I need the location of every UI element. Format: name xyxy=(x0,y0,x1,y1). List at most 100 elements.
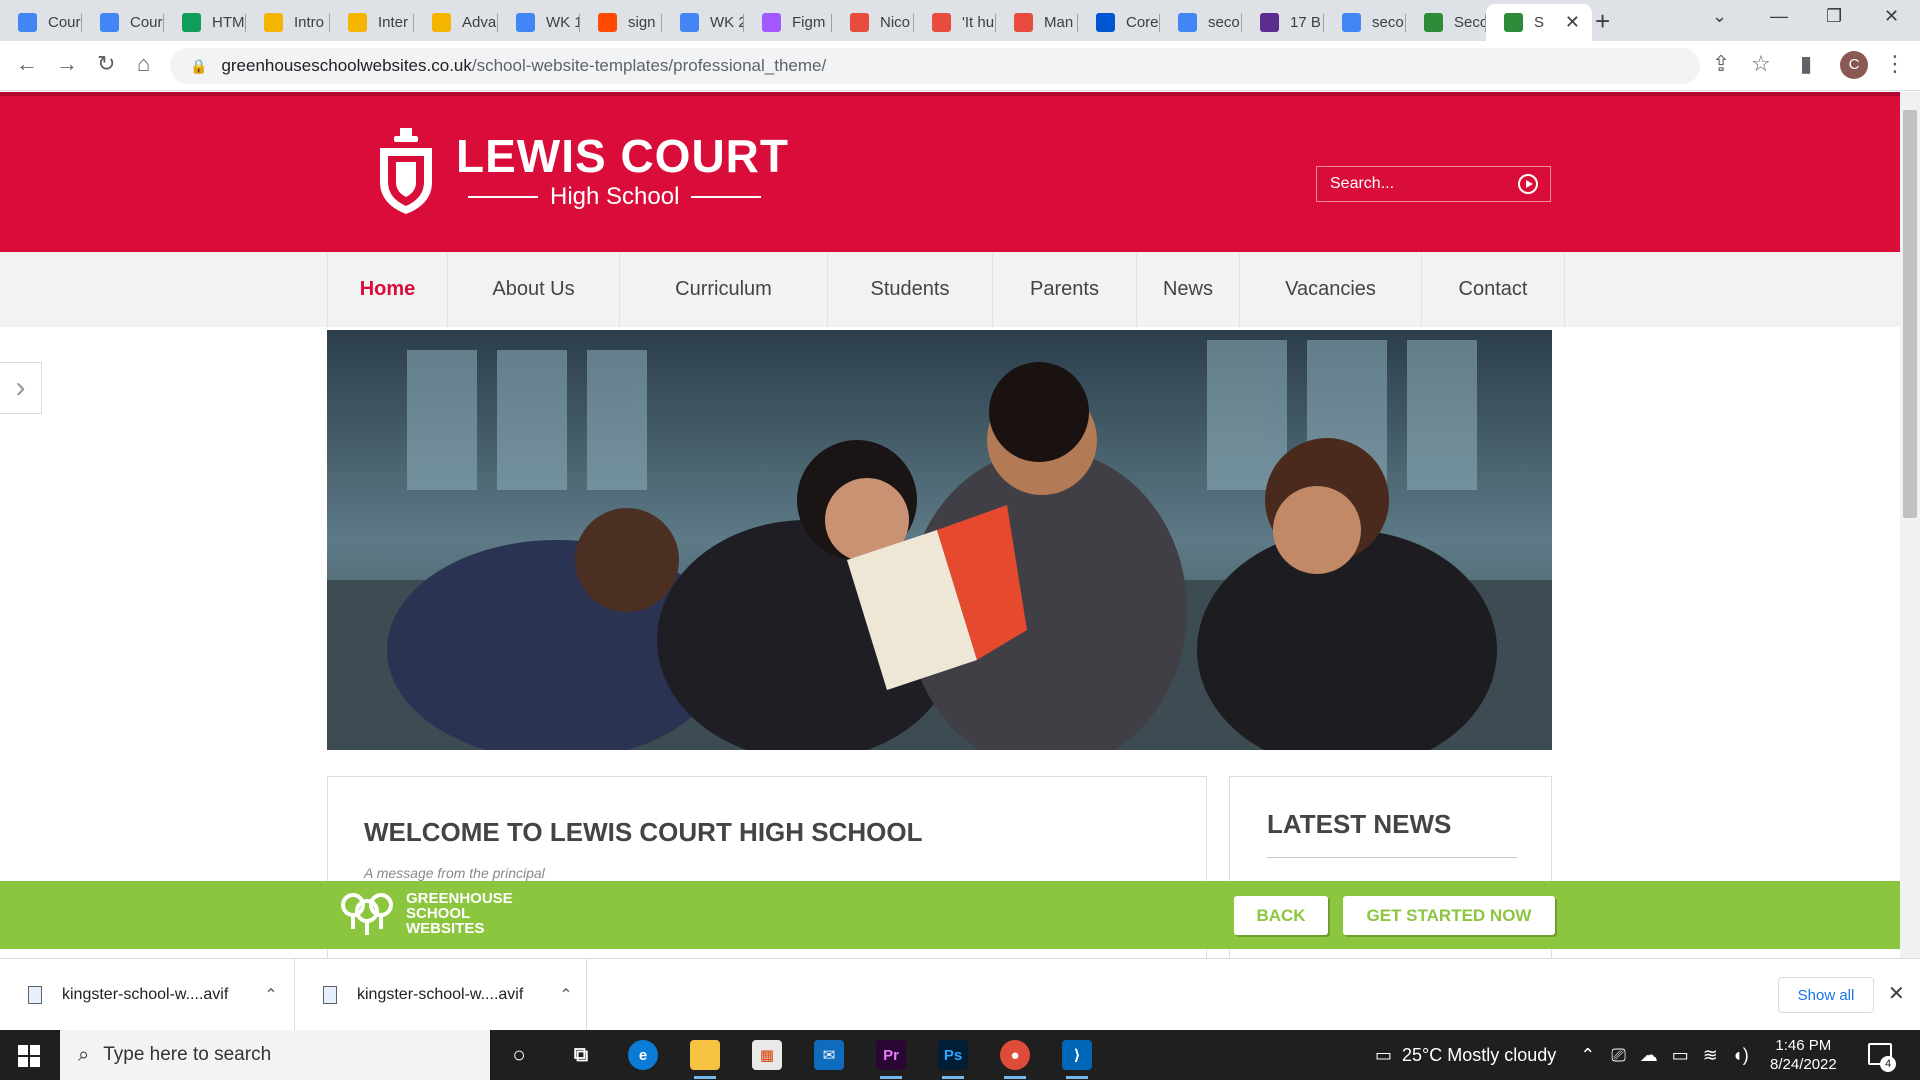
vscode-icon[interactable]: ⟩ xyxy=(1062,1040,1092,1079)
new-tab-button[interactable]: + xyxy=(1595,6,1610,37)
browser-tab[interactable]: Core xyxy=(1078,4,1160,41)
download-item[interactable]: kingster-school-w....avif ⌃ xyxy=(295,959,587,1031)
school-logo[interactable]: LEWIS COURT High School xyxy=(376,126,789,216)
file-explorer-icon[interactable] xyxy=(690,1040,720,1079)
close-downloads-icon[interactable]: ✕ xyxy=(1888,981,1905,1006)
browser-tab[interactable]: Cour xyxy=(82,4,164,41)
system-tray: ▭ 25°C Mostly cloudy ⌃ ⎚ ☁ ▭ ≋ ◖) xyxy=(1375,1030,1749,1080)
download-item[interactable]: kingster-school-w....avif ⌃ xyxy=(0,959,295,1031)
premiere-pro-icon[interactable]: Pr xyxy=(876,1040,906,1079)
close-tab-icon[interactable]: ✕ xyxy=(1565,12,1580,33)
tab-title: Figm xyxy=(792,14,826,31)
slider-next-arrow-icon[interactable]: › xyxy=(0,362,42,414)
show-all-button[interactable]: Show all xyxy=(1778,977,1874,1013)
medium-icon xyxy=(932,13,951,32)
back-arrow-icon[interactable]: ← xyxy=(16,51,38,77)
chevron-up-icon[interactable]: ⌃ xyxy=(264,985,277,1005)
greenhouse-logo[interactable]: GREENHOUSE SCHOOL WEBSITES xyxy=(338,889,513,937)
windows-start-icon[interactable] xyxy=(18,1045,40,1067)
nav-item-parents[interactable]: Parents xyxy=(993,252,1137,327)
browser-tab[interactable]: Inter xyxy=(330,4,414,41)
chrome-icon[interactable]: ● xyxy=(1000,1040,1030,1079)
tab-search-icon[interactable]: ⌄ xyxy=(1712,6,1727,27)
taskbar-clock[interactable]: 1:46 PM 8/24/2022 xyxy=(1770,1036,1837,1074)
home-icon[interactable]: ⌂ xyxy=(137,51,150,77)
onedrive-icon[interactable]: ☁ xyxy=(1640,1045,1658,1066)
volume-icon[interactable]: ◖) xyxy=(1732,1045,1749,1066)
school-name: LEWIS COURT xyxy=(456,130,789,182)
medium-icon xyxy=(850,13,869,32)
browser-menu-icon[interactable]: ⋮ xyxy=(1884,51,1906,77)
battery-icon[interactable]: ▭ xyxy=(1672,1045,1689,1066)
photoshop-icon[interactable]: Ps xyxy=(938,1040,968,1079)
nav-item-about-us[interactable]: About Us xyxy=(448,252,620,327)
windows-taskbar: ⌕ Type here to search ○ ⧉ e ▦ ✉ Pr Ps ● … xyxy=(0,1030,1920,1080)
promo-logo-line: WEBSITES xyxy=(406,919,485,937)
address-bar[interactable]: 🔒 greenhouseschoolwebsites.co.uk/school-… xyxy=(170,48,1700,84)
get-started-button[interactable]: GET STARTED NOW xyxy=(1343,896,1555,935)
nav-item-vacancies[interactable]: Vacancies xyxy=(1240,252,1422,327)
edge-icon[interactable]: e xyxy=(628,1040,658,1070)
browser-tab[interactable]: Figm xyxy=(744,4,832,41)
lock-icon[interactable]: 🔒 xyxy=(190,58,207,75)
browser-tab[interactable]: S ✕ xyxy=(1486,4,1592,41)
taskbar-search-placeholder: Type here to search xyxy=(103,1044,272,1065)
tab-title: WK 1 xyxy=(546,14,580,31)
chevron-up-icon[interactable]: ⌃ xyxy=(559,985,572,1005)
reload-icon[interactable]: ↻ xyxy=(97,51,115,77)
search-submit-icon[interactable] xyxy=(1518,174,1538,194)
weather-text[interactable]: 25°C Mostly cloudy xyxy=(1402,1045,1556,1066)
restore-button[interactable]: ❐ xyxy=(1826,6,1842,27)
scrollbar-thumb[interactable] xyxy=(1903,110,1917,518)
close-window-button[interactable]: ✕ xyxy=(1884,6,1899,27)
nav-item-news[interactable]: News xyxy=(1137,252,1240,327)
browser-tab[interactable]: sign xyxy=(580,4,662,41)
browser-toolbar: ← → ↻ ⌂ 🔒 greenhouseschoolwebsites.co.uk… xyxy=(0,41,1920,91)
browser-tab[interactable]: WK 1 xyxy=(498,4,580,41)
welcome-heading: WELCOME TO LEWIS COURT HIGH SCHOOL xyxy=(364,817,923,847)
google-icon xyxy=(1178,13,1197,32)
browser-tab[interactable]: HTM xyxy=(164,4,246,41)
side-panel-icon[interactable]: ▮ xyxy=(1800,51,1812,77)
chevron-up-icon[interactable]: ⌃ xyxy=(1580,1045,1595,1066)
share-icon[interactable]: ⇪ xyxy=(1712,51,1730,77)
promo-logo-line: SCHOOL xyxy=(406,904,471,922)
browser-tab[interactable]: Adva xyxy=(414,4,498,41)
browser-tab[interactable]: Intro xyxy=(246,4,330,41)
tab-title: 17 B xyxy=(1290,14,1321,31)
microsoft-store-icon[interactable]: ▦ xyxy=(752,1040,782,1070)
mail-icon[interactable]: ✉ xyxy=(814,1040,844,1070)
tab-title: Intro xyxy=(294,14,325,31)
browser-tab[interactable]: 17 B xyxy=(1242,4,1324,41)
browser-tab[interactable]: Nico xyxy=(832,4,914,41)
nav-item-curriculum[interactable]: Curriculum xyxy=(620,252,828,327)
minimize-button[interactable]: — xyxy=(1770,6,1788,27)
browser-tab[interactable]: seco xyxy=(1160,4,1242,41)
browser-tab[interactable]: seco xyxy=(1324,4,1406,41)
wifi-icon[interactable]: ≋ xyxy=(1703,1045,1718,1066)
tab-title: seco xyxy=(1372,14,1404,31)
url-host: greenhouseschoolwebsites.co.uk xyxy=(221,56,472,75)
weather-icon[interactable]: ▭ xyxy=(1375,1045,1392,1066)
nav-item-home[interactable]: Home xyxy=(328,252,448,327)
site-search-input[interactable]: Search... xyxy=(1316,166,1551,202)
meet-now-icon[interactable]: ⎚ xyxy=(1611,1045,1625,1066)
profile-avatar[interactable]: C xyxy=(1840,51,1868,79)
divider xyxy=(1267,857,1517,858)
browser-tab[interactable]: WK 2 xyxy=(662,4,744,41)
nav-item-contact[interactable]: Contact xyxy=(1422,252,1565,327)
back-button[interactable]: BACK xyxy=(1234,896,1328,935)
taskbar-search-box[interactable]: ⌕ Type here to search xyxy=(60,1030,490,1080)
google-icon xyxy=(1342,13,1361,32)
cortana-icon[interactable]: ○ xyxy=(504,1040,534,1070)
forward-arrow-icon[interactable]: → xyxy=(56,51,78,77)
browser-tab[interactable]: Cour xyxy=(0,4,82,41)
tab-title: Cour xyxy=(130,14,163,31)
browser-tab[interactable]: 'It hu xyxy=(914,4,996,41)
bookmark-star-icon[interactable]: ☆ xyxy=(1751,51,1771,77)
task-view-icon[interactable]: ⧉ xyxy=(566,1040,596,1070)
browser-tab[interactable]: Seco xyxy=(1406,4,1486,41)
nav-item-students[interactable]: Students xyxy=(828,252,993,327)
file-icon xyxy=(323,986,337,1004)
browser-tab[interactable]: Man xyxy=(996,4,1078,41)
